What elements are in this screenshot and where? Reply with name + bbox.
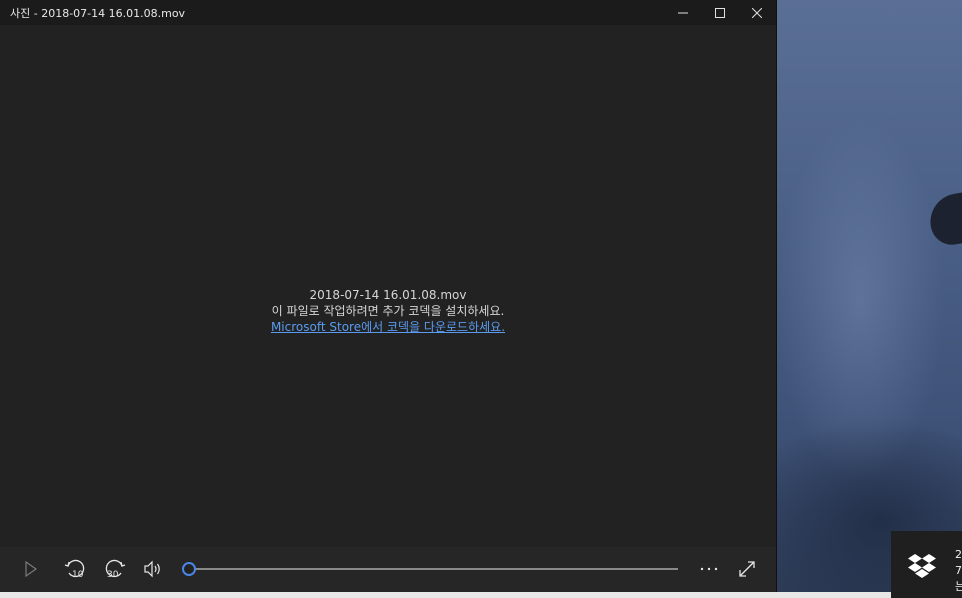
skip-forward-30-icon: 30: [105, 559, 126, 580]
fullscreen-button[interactable]: [734, 557, 760, 581]
skip-back-button[interactable]: 10: [62, 557, 88, 581]
play-button[interactable]: [18, 557, 44, 581]
seek-bar-track[interactable]: [188, 568, 678, 570]
notification-line-2: 7: [955, 564, 962, 577]
taskbar-edge: [0, 592, 962, 598]
photos-app-window: 사진 - 2018-07-14 16.01.08.mov 2018-07-14 …: [0, 0, 777, 592]
close-icon: [752, 7, 762, 18]
skip-forward-button[interactable]: 30: [102, 557, 128, 581]
dropbox-notification[interactable]: 2 7 는: [891, 531, 962, 598]
media-control-bar: 10 30: [0, 547, 776, 592]
dropbox-icon: [908, 554, 936, 578]
play-icon: [25, 561, 38, 577]
minimize-icon: [678, 12, 688, 13]
notification-line-3: 는: [955, 580, 962, 593]
window-title: 사진 - 2018-07-14 16.01.08.mov: [10, 7, 186, 20]
desktop-wallpaper-shape: [925, 191, 962, 249]
volume-button[interactable]: [140, 557, 166, 581]
title-bar[interactable]: 사진 - 2018-07-14 16.01.08.mov: [0, 0, 776, 25]
more-options-button[interactable]: [696, 557, 722, 581]
skip-back-label: 10: [72, 570, 84, 580]
maximize-button[interactable]: [701, 0, 739, 25]
skip-forward-label: 30: [107, 570, 119, 580]
fullscreen-icon: [739, 561, 755, 577]
video-area[interactable]: 2018-07-14 16.01.08.mov 이 파일로 작업하려면 추가 코…: [0, 25, 776, 547]
codec-message: 2018-07-14 16.01.08.mov 이 파일로 작업하려면 추가 코…: [0, 287, 776, 335]
minimize-button[interactable]: [664, 0, 702, 25]
seek-bar-thumb[interactable]: [182, 562, 196, 576]
codec-instruction-text: 이 파일로 작업하려면 추가 코덱을 설치하세요.: [271, 304, 505, 318]
file-name-text: 2018-07-14 16.01.08.mov: [309, 288, 467, 302]
more-icon: [700, 567, 718, 571]
close-button[interactable]: [738, 0, 776, 25]
skip-back-10-icon: 10: [64, 559, 85, 580]
store-codec-link[interactable]: Microsoft Store에서 코덱을 다운로드하세요.: [271, 319, 505, 335]
notification-text: 2 7 는: [955, 547, 962, 595]
notification-line-1: 2: [955, 548, 962, 561]
maximize-icon: [715, 7, 725, 18]
volume-icon: [144, 560, 160, 578]
